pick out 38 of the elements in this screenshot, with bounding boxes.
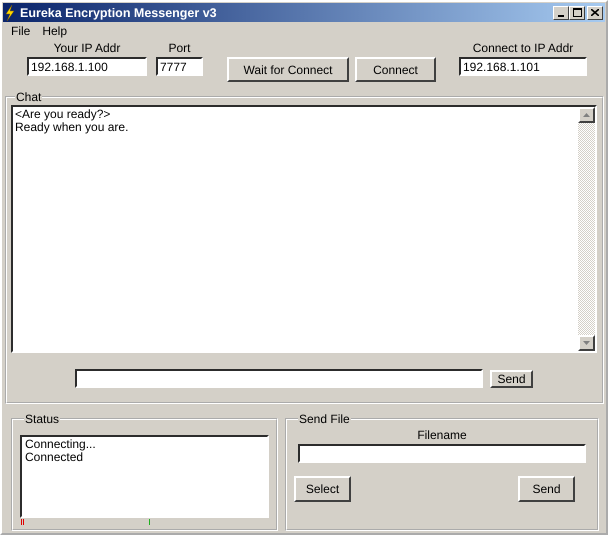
window-title: Eureka Encryption Messenger v3 [20, 6, 218, 20]
scroll-up-button[interactable] [578, 107, 595, 123]
field-label: Port [168, 41, 190, 56]
minimize-icon [558, 14, 564, 16]
group-label: Send File [298, 412, 351, 426]
field-label: Connect to IP Addr [472, 41, 574, 56]
send-button[interactable]: Send [490, 370, 533, 388]
menu-item[interactable]: Help [36, 24, 74, 38]
status-line: Connecting... [25, 438, 97, 451]
group-label: Chat [15, 90, 42, 104]
group-label: Status [24, 412, 60, 426]
filename-field[interactable] [298, 444, 586, 463]
scroll-down-button[interactable] [578, 335, 595, 351]
minimize-button[interactable] [553, 6, 569, 20]
send-file-button[interactable]: Send [518, 476, 575, 502]
field-label: Filename [417, 428, 467, 443]
arrow-down-icon [583, 341, 590, 345]
chat-message: <Are you ready?> [15, 108, 112, 121]
wait-button[interactable]: Wait for Connect [227, 57, 349, 82]
close-button[interactable] [587, 6, 603, 20]
menu-item[interactable]: File [5, 24, 36, 38]
ip-field[interactable]: 192.168.1.100 [27, 57, 147, 76]
maximize-button[interactable] [569, 6, 585, 20]
scrollbar[interactable] [578, 107, 595, 351]
select-button[interactable]: Select [294, 476, 351, 502]
ip-field[interactable]: 192.168.1.101 [459, 57, 587, 76]
lightning-icon [5, 4, 15, 20]
arrow-up-icon [583, 113, 590, 117]
message-field[interactable] [75, 369, 483, 388]
chat-message: Ready when you are. [15, 121, 130, 134]
status-line: Connected [25, 451, 84, 464]
port-field[interactable]: 7777 [156, 57, 203, 76]
indicator-icon [149, 519, 150, 525]
maximize-icon [572, 8, 582, 17]
connect-button[interactable]: Connect [355, 57, 436, 82]
field-label: Your IP Addr [54, 41, 120, 56]
close-icon [591, 9, 599, 16]
indicator-icon [21, 519, 24, 525]
